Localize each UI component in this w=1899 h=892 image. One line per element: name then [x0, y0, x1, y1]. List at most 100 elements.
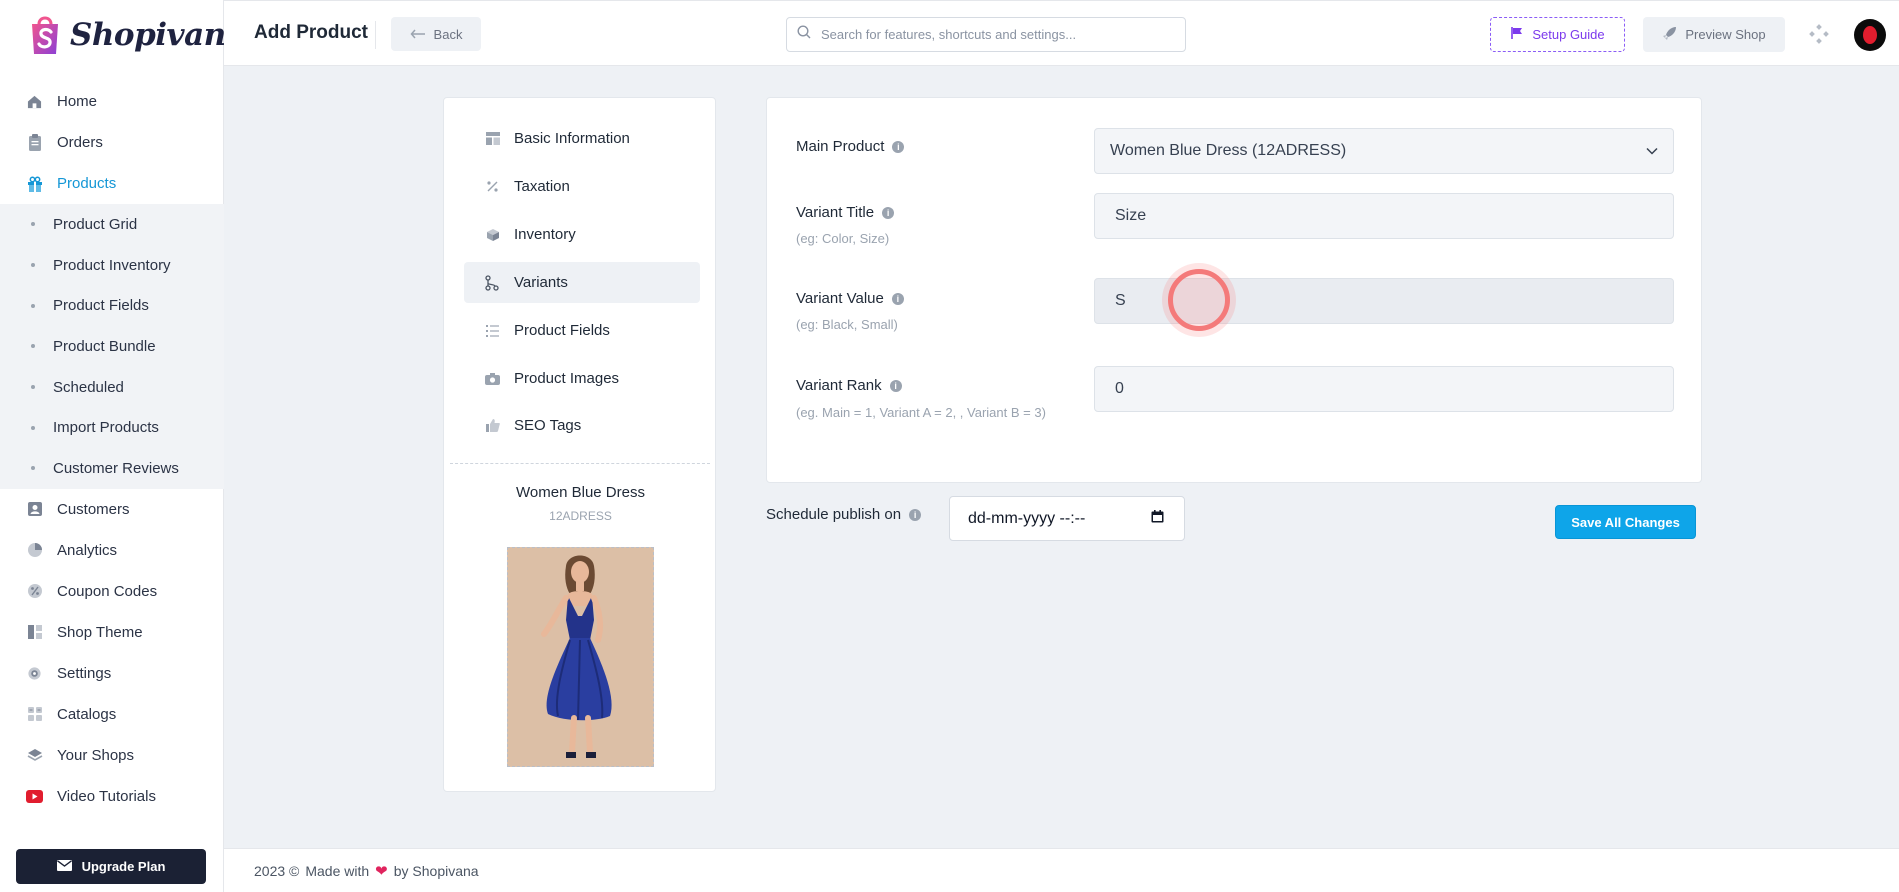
subnav-label: Customer Reviews: [53, 459, 179, 477]
flag-icon: [1510, 26, 1524, 43]
subnav-label: Product Grid: [53, 215, 138, 233]
nav-label: Home: [57, 93, 98, 110]
footer: 2023 © Made with ❤ by Shopivana: [224, 848, 1899, 892]
nav-item-analytics[interactable]: Analytics: [0, 530, 224, 571]
layout-icon: [26, 624, 43, 641]
tab-label: Taxation: [514, 178, 570, 195]
box-icon: [485, 227, 500, 242]
logo-mark-icon: [26, 12, 64, 58]
subnav-item-product-fields[interactable]: Product Fields: [0, 285, 224, 326]
nav-item-shop-theme[interactable]: Shop Theme: [0, 612, 224, 653]
gear-icon: [26, 665, 43, 682]
label-text: Main Product: [796, 138, 885, 155]
tab-label: Variants: [514, 274, 568, 291]
card-divider: [450, 463, 710, 464]
upgrade-plan-button[interactable]: Upgrade Plan: [16, 849, 206, 884]
back-button[interactable]: Back: [391, 17, 481, 51]
upgrade-label: Upgrade Plan: [81, 859, 166, 874]
label-text: Schedule publish on: [766, 506, 902, 523]
info-icon[interactable]: i: [882, 206, 895, 219]
schedule-datetime-input[interactable]: dd-mm-yyyy --:--: [949, 496, 1185, 541]
user-avatar[interactable]: [1854, 19, 1886, 51]
nav-item-products[interactable]: Products: [0, 163, 224, 204]
info-icon[interactable]: i: [891, 292, 904, 305]
grid-icon: [26, 706, 43, 723]
variant-rank-input[interactable]: [1110, 380, 1673, 398]
variant-rank-field[interactable]: [1094, 366, 1674, 412]
info-icon[interactable]: i: [889, 379, 902, 392]
variant-value-hint: (eg: Black, Small): [796, 317, 898, 332]
nav-item-orders[interactable]: Orders: [0, 122, 224, 163]
tab-product-images[interactable]: Product Images: [464, 358, 700, 399]
nav-label: Shop Theme: [57, 623, 143, 641]
bullet-icon: [31, 344, 35, 349]
nav-item-your-shops[interactable]: Your Shops: [0, 735, 224, 776]
list-icon: [485, 323, 500, 338]
subnav-item-product-grid[interactable]: Product Grid: [0, 204, 224, 245]
tab-label: Inventory: [514, 226, 576, 243]
search-input[interactable]: [821, 27, 1171, 42]
tab-label: Product Images: [514, 370, 620, 387]
tab-seo-tags[interactable]: SEO Tags: [464, 405, 700, 446]
preview-shop-button[interactable]: Preview Shop: [1643, 17, 1785, 52]
tab-inventory[interactable]: Inventory: [464, 214, 700, 255]
subnav-item-product-bundle[interactable]: Product Bundle: [0, 326, 224, 367]
subnav-item-product-inventory[interactable]: Product Inventory: [0, 245, 224, 286]
dress-model-illustration: [508, 548, 653, 766]
page-title: Add Product: [254, 22, 368, 43]
percent-badge-icon: [26, 583, 43, 600]
nav-item-customers[interactable]: Customers: [0, 489, 224, 530]
save-all-changes-button[interactable]: Save All Changes: [1555, 505, 1696, 539]
main-nav: Home Orders Products Product Grid Produc…: [0, 81, 224, 817]
home-icon: [26, 93, 43, 110]
subnav-label: Product Bundle: [53, 337, 156, 355]
camera-icon: [485, 371, 500, 386]
global-search[interactable]: [786, 17, 1186, 52]
nav-label: Catalogs: [57, 705, 117, 723]
tab-basic-information[interactable]: Basic Information: [464, 118, 700, 159]
youtube-icon: [26, 788, 43, 805]
tab-taxation[interactable]: Taxation: [464, 166, 700, 207]
nav-label: Products: [57, 175, 117, 192]
footer-year: 2023 ©: [254, 862, 300, 879]
label-text: Variant Title: [796, 204, 875, 221]
variant-value-input[interactable]: [1110, 292, 1673, 310]
variant-value-field[interactable]: [1094, 278, 1674, 324]
tab-product-fields[interactable]: Product Fields: [464, 310, 700, 351]
tab-label: SEO Tags: [514, 417, 582, 434]
subnav-item-customer-reviews[interactable]: Customer Reviews: [0, 448, 224, 489]
tab-variants[interactable]: Variants: [464, 262, 700, 303]
nav-label: Video Tutorials: [57, 787, 156, 805]
info-icon[interactable]: i: [909, 508, 922, 521]
nav-item-catalogs[interactable]: Catalogs: [0, 694, 224, 735]
product-sections-card: Basic Information Taxation Inventory Var…: [443, 97, 716, 792]
variant-title-field[interactable]: [1094, 193, 1674, 239]
variant-title-input[interactable]: [1110, 207, 1673, 225]
nav-label: Your Shops: [57, 746, 135, 764]
clipboard-icon: [26, 134, 43, 151]
calendar-icon[interactable]: [1151, 509, 1164, 528]
footer-by: by Shopivana: [393, 862, 479, 879]
setup-guide-button[interactable]: Setup Guide: [1490, 17, 1625, 52]
nav-item-coupon-codes[interactable]: Coupon Codes: [0, 571, 224, 612]
main-product-select[interactable]: Women Blue Dress (12ADRESS): [1094, 128, 1674, 174]
nav-item-settings[interactable]: Settings: [0, 653, 224, 694]
brand-logo[interactable]: Shopivana: [26, 12, 246, 58]
tab-label: Basic Information: [514, 130, 630, 147]
variant-value-label: Variant Value i: [796, 290, 904, 307]
bullet-icon: [31, 466, 35, 471]
apps-icon[interactable]: [1809, 24, 1829, 44]
subnav-item-import-products[interactable]: Import Products: [0, 407, 224, 448]
arrow-left-icon: [410, 27, 426, 42]
info-icon[interactable]: i: [892, 140, 905, 153]
envelope-icon: [56, 859, 72, 874]
product-sku: 12ADRESS: [549, 509, 612, 523]
nav-item-home[interactable]: Home: [0, 81, 224, 122]
label-text: Variant Value: [796, 290, 884, 307]
layers-icon: [26, 747, 43, 764]
heart-icon: ❤: [375, 862, 388, 880]
subnav-item-scheduled[interactable]: Scheduled: [0, 367, 224, 408]
product-image[interactable]: [507, 547, 654, 767]
nav-item-video-tutorials[interactable]: Video Tutorials: [0, 776, 224, 817]
label-text: Variant Rank: [796, 377, 882, 394]
